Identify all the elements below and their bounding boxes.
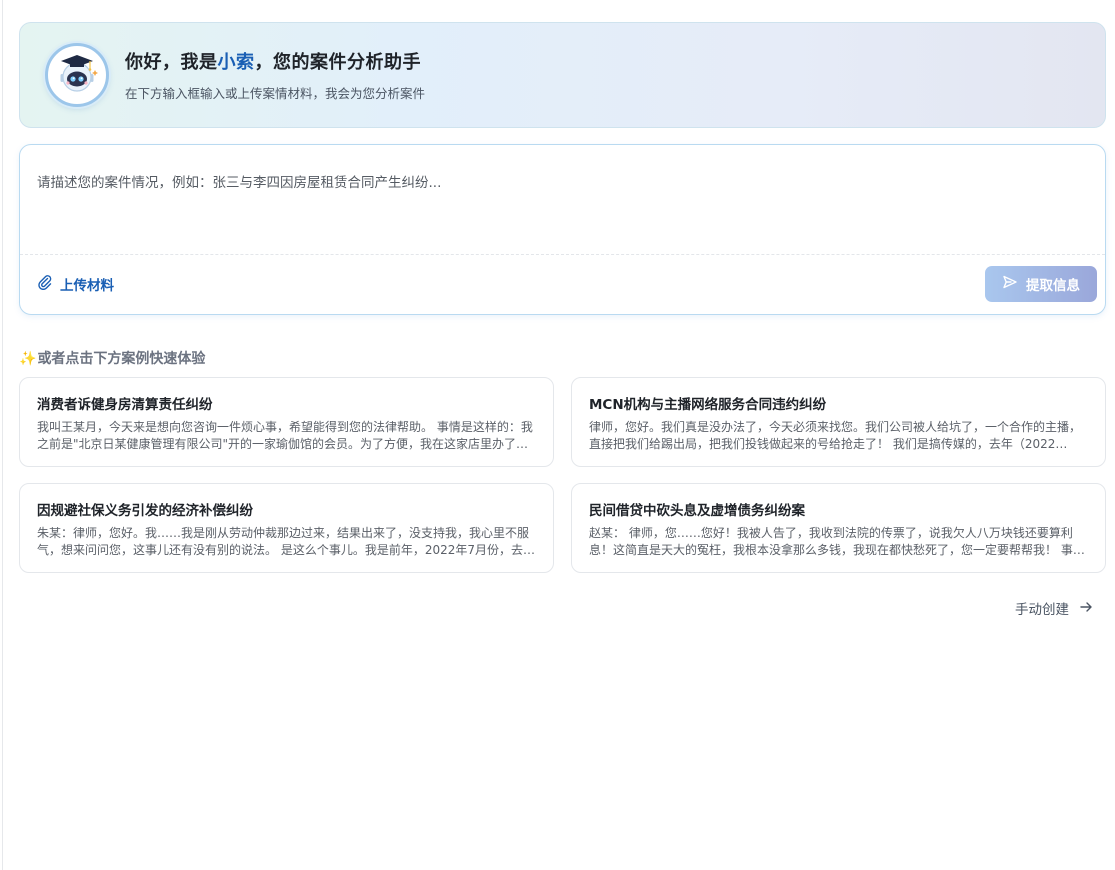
page-subtitle: 在下方输入框输入或上传案情材料，我会为您分析案件 xyxy=(125,86,426,101)
example-case-excerpt: 朱某：律师，您好。我……我是刚从劳动仲裁那边过来，结果出来了，没支持我，我心里不… xyxy=(37,526,535,557)
extract-info-label: 提取信息 xyxy=(1026,278,1080,294)
assistant-avatar xyxy=(45,43,109,107)
example-case-card[interactable]: 民间借贷中砍头息及虚增债务纠纷案 赵某： 律师，您……您好！我被人告了，我收到法… xyxy=(571,483,1106,573)
title-suffix: ，您的案件分析助手 xyxy=(254,52,421,73)
example-case-card[interactable]: MCN机构与主播网络服务合同违约纠纷 律师，您好。我们真是没办法了，今天必须来找… xyxy=(571,377,1106,467)
send-icon xyxy=(1002,274,1018,294)
manual-create-label: 手动创建 xyxy=(1015,602,1069,618)
example-case-excerpt: 赵某： 律师，您……您好！我被人告了，我收到法院的传票了，说我欠人八万块钱还要算… xyxy=(589,526,1085,557)
left-divider xyxy=(2,0,3,870)
example-case-excerpt: 我叫王某月，今天来是想向您咨询一件烦心事，希望能得到您的法律帮助。 事情是这样的… xyxy=(37,420,533,451)
case-description-input[interactable] xyxy=(20,145,1105,254)
arrow-right-icon xyxy=(1079,599,1093,618)
graduate-robot-avatar-icon xyxy=(52,48,102,102)
examples-section-title: ✨或者点击下方案例快速体验 xyxy=(19,348,205,368)
page-title: 你好，我是小索，您的案件分析助手 xyxy=(125,48,425,74)
example-case-title: MCN机构与主播网络服务合同违约纠纷 xyxy=(589,397,827,413)
composer-divider xyxy=(20,254,1105,255)
example-case-title: 民间借贷中砍头息及虚增债务纠纷案 xyxy=(589,503,805,519)
title-prefix: 你好，我是 xyxy=(125,52,218,73)
example-case-card[interactable]: 消费者诉健身房清算责任纠纷 我叫王某月，今天来是想向您咨询一件烦心事，希望能得到… xyxy=(19,377,554,467)
paperclip-icon xyxy=(37,274,53,294)
sparkle-icon: ✨ xyxy=(19,351,37,367)
welcome-banner: 你好，我是小索，您的案件分析助手 在下方输入框输入或上传案情材料，我会为您分析案… xyxy=(19,22,1106,128)
example-case-title: 因规避社保义务引发的经济补偿纠纷 xyxy=(37,503,253,519)
extract-info-button[interactable]: 提取信息 xyxy=(985,266,1097,302)
example-case-title: 消费者诉健身房清算责任纠纷 xyxy=(37,397,213,413)
manual-create-link[interactable]: 手动创建 xyxy=(1015,598,1093,618)
example-case-card[interactable]: 因规避社保义务引发的经济补偿纠纷 朱某：律师，您好。我……我是刚从劳动仲裁那边过… xyxy=(19,483,554,573)
assistant-name: 小索 xyxy=(217,52,255,73)
examples-section-label: 或者点击下方案例快速体验 xyxy=(37,351,206,367)
upload-material-button[interactable]: 上传材料 xyxy=(37,273,114,295)
example-case-excerpt: 律师，您好。我们真是没办法了，今天必须来找您。我们公司被人给坑了，一个合作的主播… xyxy=(589,420,1082,451)
case-composer: 上传材料 提取信息 xyxy=(19,144,1106,315)
upload-material-label: 上传材料 xyxy=(60,278,114,294)
